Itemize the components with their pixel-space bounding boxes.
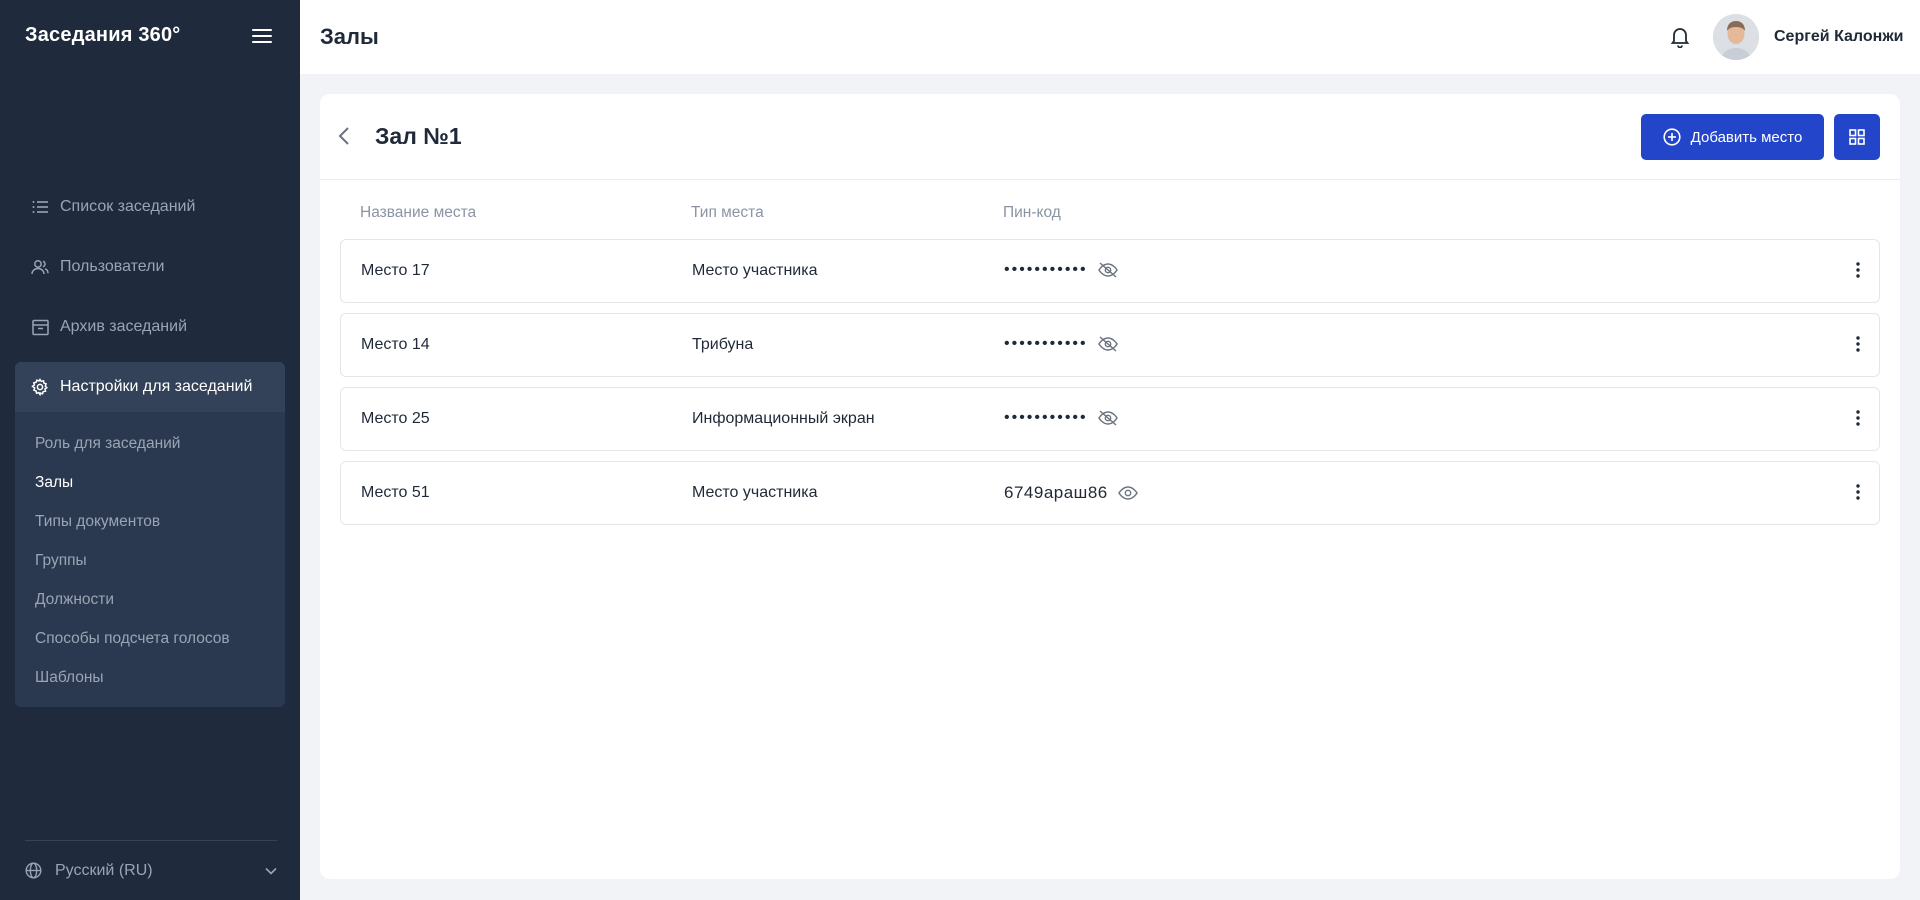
hall-card-header: Зал №1 Добавить место: [320, 94, 1900, 180]
grid-icon: [1849, 129, 1865, 145]
user-name[interactable]: Сергей Калонжи: [1774, 28, 1904, 46]
add-seat-label: Добавить место: [1690, 128, 1803, 146]
sidebar-item-label: Архив заседаний: [60, 318, 187, 335]
seat-type: Место участника: [692, 484, 818, 501]
eye-off-icon[interactable]: [1097, 410, 1118, 426]
more-vertical-icon[interactable]: [1851, 262, 1865, 282]
more-vertical-icon[interactable]: [1851, 336, 1865, 356]
sidebar-item-label: Список заседаний: [60, 198, 196, 215]
subnav-item-templates[interactable]: Шаблоны: [15, 658, 285, 697]
subnav-item-document-types[interactable]: Типы документов: [15, 502, 285, 541]
more-vertical-icon[interactable]: [1851, 410, 1865, 430]
more-vertical-icon[interactable]: [1851, 484, 1865, 504]
seat-name: Место 17: [361, 262, 430, 279]
users-icon: [30, 257, 50, 277]
column-header-type: Тип места: [691, 204, 764, 221]
menu-toggle-icon[interactable]: [252, 28, 272, 44]
add-seat-button[interactable]: Добавить место: [1641, 114, 1824, 160]
seat-name: Место 51: [361, 484, 430, 501]
hall-title: Зал №1: [375, 123, 462, 149]
chevron-down-icon: [265, 862, 277, 880]
language-label: Русский (RU): [55, 861, 153, 879]
column-header-name: Название места: [360, 204, 477, 221]
table-header: Название места Тип места Пин-код: [360, 204, 1860, 224]
globe-icon: [25, 862, 45, 879]
sidebar-group-settings: Настройки для заседаний Роль для заседан…: [15, 362, 285, 707]
seat-name: Место 14: [361, 336, 430, 353]
settings-subnav: Роль для заседаний Залы Типы документов …: [15, 412, 285, 707]
page-title: Залы: [320, 24, 379, 49]
subnav-item-halls[interactable]: Залы: [15, 463, 285, 502]
sidebar-nav: Список заседаний Пользователи Архив засе…: [15, 182, 285, 707]
seats-table: Место 17 Место участника ••••••••••• Мес…: [340, 239, 1880, 535]
language-selector[interactable]: Русский (RU): [25, 840, 277, 900]
gear-icon: [30, 377, 50, 397]
plus-circle-icon: [1663, 128, 1681, 146]
seat-name: Место 25: [361, 410, 430, 427]
table-row: Место 51 Место участника 6749араш86: [340, 461, 1880, 525]
sidebar-item-users[interactable]: Пользователи: [15, 242, 285, 292]
seat-pin: •••••••••••: [1004, 335, 1088, 352]
subnav-item-vote-counting[interactable]: Способы подсчета голосов: [15, 619, 285, 658]
grid-view-button[interactable]: [1834, 114, 1880, 160]
top-bar: Залы Сергей Калонжи: [300, 0, 1920, 74]
seat-type: Информационный экран: [692, 410, 875, 427]
bell-icon[interactable]: [1670, 26, 1690, 49]
seat-pin: •••••••••••: [1004, 409, 1088, 426]
column-header-pin: Пин-код: [1003, 204, 1061, 221]
sidebar-item-meetings-list[interactable]: Список заседаний: [15, 182, 285, 232]
sidebar-item-label: Пользователи: [60, 258, 165, 275]
hall-card: Зал №1 Добавить место Название места Тип…: [320, 94, 1900, 879]
sidebar-item-archive[interactable]: Архив заседаний: [15, 302, 285, 352]
back-arrow-icon[interactable]: [338, 126, 358, 148]
table-row: Место 17 Место участника •••••••••••: [340, 239, 1880, 303]
eye-off-icon[interactable]: [1097, 336, 1118, 352]
avatar[interactable]: [1713, 14, 1759, 60]
app-brand: Заседания 360°: [25, 24, 181, 46]
archive-icon: [30, 317, 50, 337]
seat-type: Трибуна: [692, 336, 754, 353]
seat-pin: 6749араш86: [1004, 483, 1108, 502]
subnav-item-roles[interactable]: Роль для заседаний: [15, 424, 285, 463]
seat-pin: •••••••••••: [1004, 261, 1088, 278]
sidebar: Заседания 360° Список заседаний Пользова…: [0, 0, 300, 900]
sidebar-item-label: Настройки для заседаний: [60, 378, 253, 395]
seat-type: Место участника: [692, 262, 818, 279]
subnav-item-groups[interactable]: Группы: [15, 541, 285, 580]
table-row: Место 25 Информационный экран ••••••••••…: [340, 387, 1880, 451]
list-icon: [30, 197, 50, 217]
eye-icon[interactable]: [1117, 485, 1138, 501]
sidebar-item-settings[interactable]: Настройки для заседаний: [15, 362, 285, 412]
table-row: Место 14 Трибуна •••••••••••: [340, 313, 1880, 377]
subnav-item-positions[interactable]: Должности: [15, 580, 285, 619]
eye-off-icon[interactable]: [1097, 262, 1118, 278]
